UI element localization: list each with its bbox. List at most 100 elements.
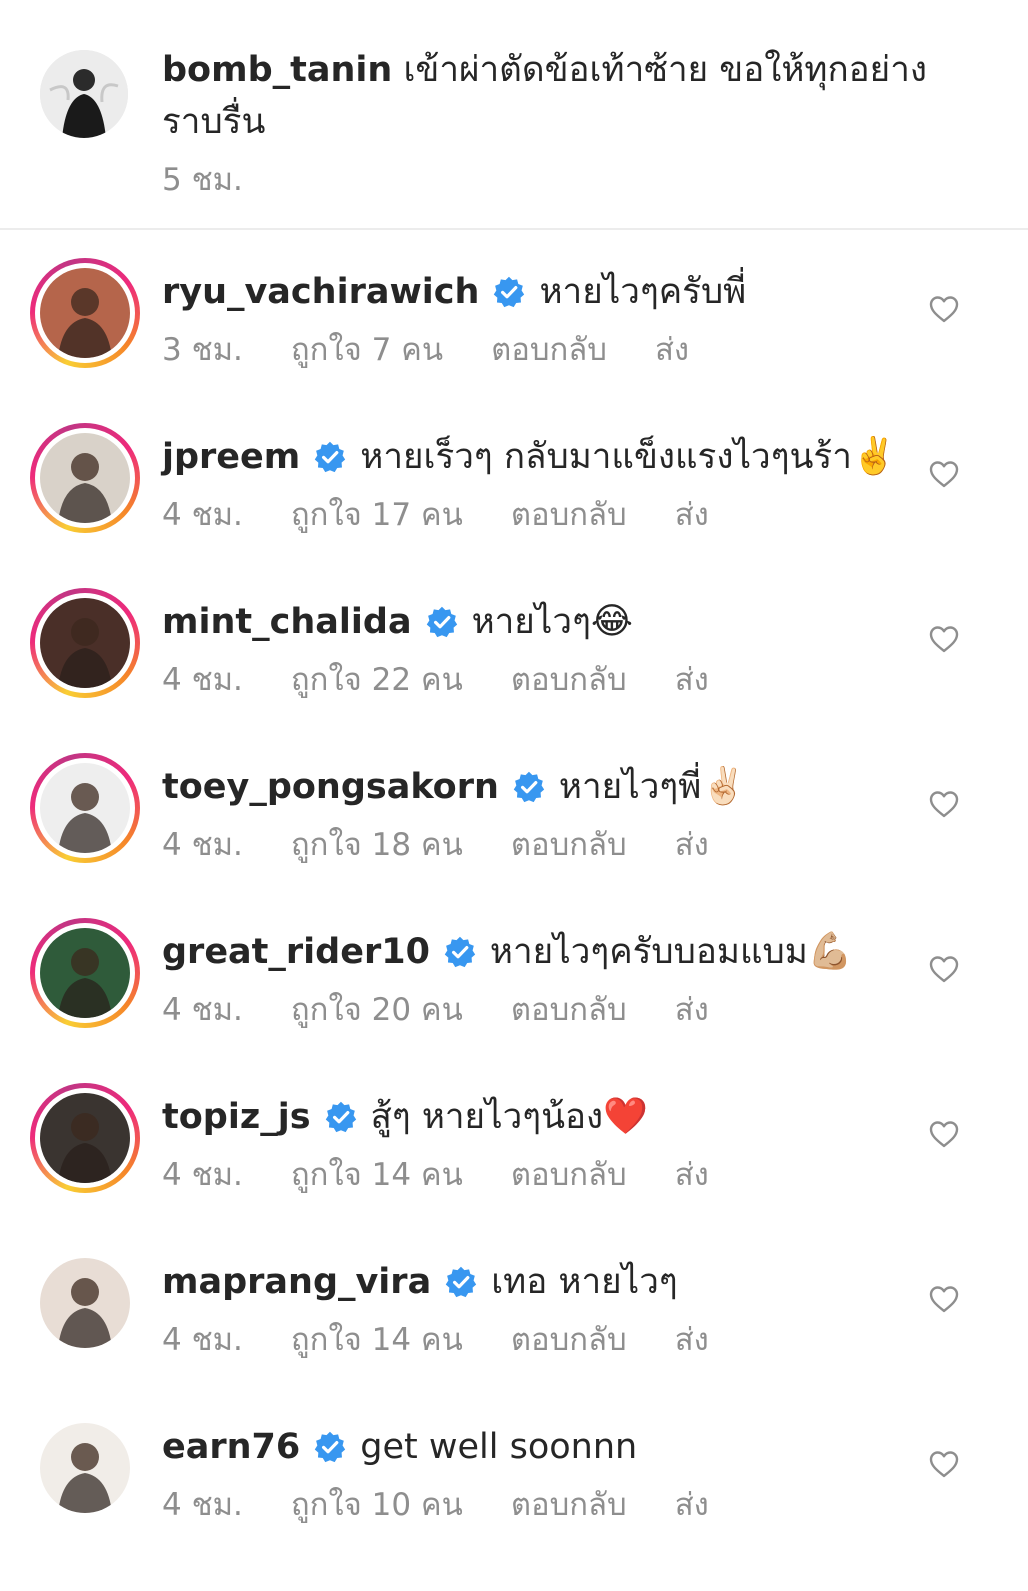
verified-badge-icon	[315, 1431, 346, 1463]
comment-text: หายไวๆครับบอมแบม	[489, 932, 808, 972]
comment-username[interactable]: great_rider10	[162, 926, 430, 978]
story-ring-avatar[interactable]	[30, 258, 140, 368]
comment-line: mint_chalida หายไวๆ 😂	[162, 596, 633, 648]
avatar[interactable]	[40, 1258, 130, 1348]
comment-line: ryu_vachirawich หายไวๆครับพี่	[162, 266, 746, 318]
reply-button[interactable]: ตอบกลับ	[511, 660, 627, 700]
like-heart-icon[interactable]	[928, 624, 960, 654]
reply-button[interactable]: ตอบกลับ	[511, 1320, 627, 1360]
comment-emoji: ✌🏻	[701, 766, 747, 807]
comment-line: earn76 get well soonnn	[162, 1421, 637, 1473]
like-heart-icon[interactable]	[928, 1284, 960, 1314]
comment-item: jpreem หายเร็วๆ กลับมาแข็งแรงไวๆนร้า ✌️ 4 ช…	[0, 395, 1028, 560]
comment-username[interactable]: jpreem	[162, 431, 300, 483]
comment-item: ryu_vachirawich หายไวๆครับพี่ 3 ชม. ถูกใจ 7…	[0, 230, 1028, 395]
comment-item: maprang_vira เทอ หายไวๆ 4 ชม. ถูกใจ 14 คน ตอ…	[0, 1220, 1028, 1385]
caption-text: bomb_tanin เข้าผ่าตัดข้อเท้าซ้าย ขอให้ทุ…	[162, 44, 962, 148]
like-heart-icon[interactable]	[928, 1119, 960, 1149]
avatar-image	[40, 433, 130, 523]
story-ring-avatar[interactable]	[30, 588, 140, 698]
like-heart-icon[interactable]	[928, 459, 960, 489]
caption-username[interactable]: bomb_tanin	[162, 50, 392, 90]
comment-line: great_rider10 หายไวๆครับบอมแบม 💪🏼	[162, 926, 853, 978]
verified-badge-icon	[445, 1266, 477, 1298]
comment-username[interactable]: maprang_vira	[162, 1256, 431, 1308]
comment-time: 4 ชม.	[162, 1487, 243, 1523]
comment-meta: 4 ชม. ถูกใจ 14 คน ตอบกลับ ส่ง	[162, 1155, 757, 1195]
comment-emoji: 💪🏼	[807, 931, 853, 972]
reply-button[interactable]: ตอบกลับ	[491, 330, 607, 370]
comment-text: สู้ๆ หายไวๆน้อง	[370, 1097, 604, 1137]
comment-username[interactable]: earn76	[162, 1421, 300, 1473]
comment-username[interactable]: ryu_vachirawich	[162, 266, 479, 318]
comment-time: 4 ชม.	[162, 992, 243, 1028]
comment-likes[interactable]: ถูกใจ 14 คน	[291, 1155, 463, 1195]
comment-meta: 4 ชม. ถูกใจ 22 คน ตอบกลับ ส่ง	[162, 660, 757, 700]
verified-badge-icon	[494, 276, 525, 308]
comment-username[interactable]: toey_pongsakorn	[162, 761, 499, 813]
comment-likes[interactable]: ถูกใจ 22 คน	[291, 660, 463, 700]
verified-badge-icon	[325, 1101, 356, 1133]
verified-badge-icon	[315, 441, 346, 473]
comment-line: jpreem หายเร็วๆ กลับมาแข็งแรงไวๆนร้า ✌️	[162, 431, 897, 483]
comment-item: mint_chalida หายไวๆ 😂 4 ชม. ถูกใจ 22 คน ตอบกล…	[0, 560, 1028, 725]
comment-likes[interactable]: ถูกใจ 17 คน	[291, 495, 463, 535]
like-heart-icon[interactable]	[928, 294, 960, 324]
avatar-image	[40, 1258, 130, 1348]
comment-emoji: 😂	[590, 601, 633, 642]
comment-emoji: ❤️	[603, 1096, 648, 1137]
comment-username[interactable]: topiz_js	[162, 1091, 311, 1143]
comment-line: toey_pongsakorn หายไวๆพี่ ✌🏻	[162, 761, 746, 813]
story-ring-avatar[interactable]	[30, 918, 140, 1028]
comment-meta: 4 ชม. ถูกใจ 18 คน ตอบกลับ ส่ง	[162, 825, 757, 865]
comment-text: get well soonnn	[360, 1427, 638, 1467]
send-button[interactable]: ส่ง	[675, 660, 709, 700]
comment-meta: 4 ชม. ถูกใจ 17 คน ตอบกลับ ส่ง	[162, 495, 757, 535]
send-button[interactable]: ส่ง	[675, 990, 709, 1030]
avatar-image	[40, 928, 130, 1018]
comment-item: toey_pongsakorn หายไวๆพี่ ✌🏻 4 ชม. ถูกใจ 18 …	[0, 725, 1028, 890]
comment-likes[interactable]: ถูกใจ 10 คน	[291, 1485, 463, 1525]
reply-button[interactable]: ตอบกลับ	[511, 825, 627, 865]
send-button[interactable]: ส่ง	[675, 825, 709, 865]
comment-likes[interactable]: ถูกใจ 20 คน	[291, 990, 463, 1030]
avatar-image	[40, 763, 130, 853]
send-button[interactable]: ส่ง	[675, 1485, 709, 1525]
caption-avatar[interactable]	[40, 50, 128, 138]
reply-button[interactable]: ตอบกลับ	[511, 495, 627, 535]
story-ring-avatar[interactable]	[30, 1083, 140, 1193]
story-ring-avatar[interactable]	[30, 423, 140, 533]
send-button[interactable]: ส่ง	[675, 1320, 709, 1360]
comment-text: หายเร็วๆ กลับมาแข็งแรงไวๆนร้า	[360, 437, 852, 477]
comment-likes[interactable]: ถูกใจ 14 คน	[291, 1320, 463, 1360]
comment-time: 4 ชม.	[162, 497, 243, 533]
avatar-image	[40, 1423, 130, 1513]
comment-meta: 4 ชม. ถูกใจ 10 คน ตอบกลับ ส่ง	[162, 1485, 757, 1525]
like-heart-icon[interactable]	[928, 954, 960, 984]
reply-button[interactable]: ตอบกลับ	[511, 1485, 627, 1525]
send-button[interactable]: ส่ง	[675, 1155, 709, 1195]
reply-button[interactable]: ตอบกลับ	[511, 990, 627, 1030]
comment-text: เทอ หายไวๆ	[491, 1262, 678, 1302]
comment-time: 4 ชม.	[162, 1322, 243, 1358]
comment-item: earn76 get well soonnn 4 ชม. ถูกใจ 10 คน ตอบ…	[0, 1385, 1028, 1550]
comment-likes[interactable]: ถูกใจ 7 คน	[291, 330, 443, 370]
send-button[interactable]: ส่ง	[655, 330, 689, 370]
reply-button[interactable]: ตอบกลับ	[511, 1155, 627, 1195]
comment-time: 4 ชม.	[162, 1157, 243, 1193]
like-heart-icon[interactable]	[928, 789, 960, 819]
send-button[interactable]: ส่ง	[675, 495, 709, 535]
like-heart-icon[interactable]	[928, 1449, 960, 1479]
avatar[interactable]	[40, 1423, 130, 1513]
comment-time: 4 ชม.	[162, 662, 243, 698]
comment-item: great_rider10 หายไวๆครับบอมแบม 💪🏼 4 ชม. ถูกใ…	[0, 890, 1028, 1055]
avatar-image	[40, 1093, 130, 1183]
comment-time: 4 ชม.	[162, 827, 243, 863]
avatar-image	[40, 50, 128, 138]
comment-emoji: ✌️	[851, 436, 897, 477]
avatar-image	[40, 268, 130, 358]
comment-username[interactable]: mint_chalida	[162, 596, 412, 648]
story-ring-avatar[interactable]	[30, 753, 140, 863]
comment-likes[interactable]: ถูกใจ 18 คน	[291, 825, 463, 865]
comment-meta: 3 ชม. ถูกใจ 7 คน ตอบกลับ ส่ง	[162, 330, 737, 370]
